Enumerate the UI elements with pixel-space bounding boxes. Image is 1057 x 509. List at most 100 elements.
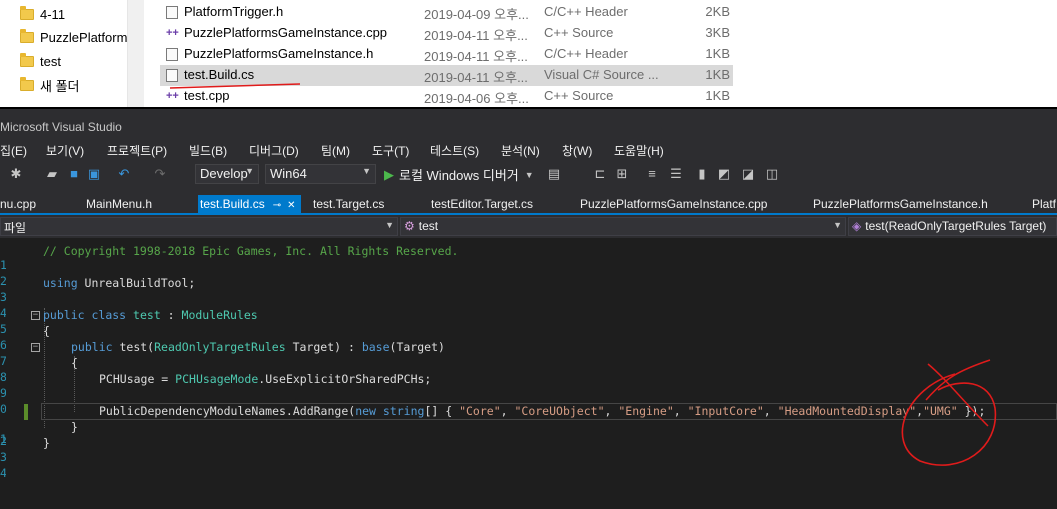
toolbar: ✱ ▰ ■ ▣ ↶ ↷ Develop ▼ Win64 ▼ ▶ 로컬 Windows… (0, 161, 1057, 187)
prev-bookmark-icon[interactable]: ◩ (716, 166, 732, 182)
config-dropdown[interactable]: Develop ▼ (195, 164, 259, 184)
document-tab-bar: nu.cpp MainMenu.h test.Build.cs ⊸ ✕ test.T… (0, 195, 1057, 215)
breakpoint-window-icon[interactable]: ⊞ (614, 166, 630, 182)
menu-item-help[interactable]: 도움말(H) (614, 142, 664, 159)
code-text: [] { (424, 404, 460, 418)
file-type: C/C++ Header (544, 46, 628, 61)
file-size: 3KB (705, 25, 730, 40)
collapse-icon[interactable]: − (31, 343, 40, 352)
clear-bookmarks-icon[interactable]: ◫ (764, 166, 780, 182)
file-row[interactable]: PlatformTrigger.h 2019-04-09 오후... C/C++… (160, 2, 733, 23)
tab-mainmenu-h[interactable]: MainMenu.h (86, 195, 152, 213)
tab-puzzleplatforms-gameinstance-h[interactable]: PuzzlePlatformsGameInstance.h (813, 195, 988, 213)
menu-item-team[interactable]: 팀(M) (321, 142, 350, 159)
folder-icon (20, 52, 34, 67)
code-text: (Target) (389, 340, 445, 354)
config-value: Develop (200, 166, 248, 181)
next-bookmark-icon[interactable]: ◪ (740, 166, 756, 182)
code-line: 9 PCHUsage = PCHUsageMode.UseExplicitOrS… (0, 372, 1057, 400)
save-icon[interactable]: ■ (66, 166, 82, 182)
class-dropdown[interactable]: ⚙ test ▼ (400, 217, 846, 236)
tab-test-target-cs[interactable]: test.Target.cs (313, 195, 384, 213)
folder-label: PuzzlePlatforms (40, 29, 127, 45)
file-row[interactable]: ++ test.cpp 2019-04-06 오후... C++ Source … (160, 86, 733, 107)
tab-platf[interactable]: Platf (1032, 195, 1056, 213)
platform-dropdown[interactable]: Win64 ▼ (265, 164, 376, 184)
file-row[interactable]: ++ PuzzlePlatformsGameInstance.cpp 2019-… (160, 23, 733, 44)
string-literal: "Core" (459, 404, 501, 418)
open-file-icon[interactable]: ▰ (44, 166, 60, 182)
bookmark-icon[interactable]: ▮ (694, 166, 710, 182)
menu-item-project[interactable]: 프로젝트(P) (107, 142, 167, 159)
folder-pane-scrollbar[interactable] (127, 0, 144, 107)
chevron-down-icon: ▼ (833, 220, 842, 230)
menu-item-view[interactable]: 보기(V) (46, 142, 84, 159)
class-icon: ⚙ (404, 219, 415, 233)
uncomment-icon[interactable]: ☰ (668, 166, 684, 182)
member-value: test(ReadOnlyTargetRules Target) (865, 219, 1047, 233)
member-dropdown[interactable]: ◈ test(ReadOnlyTargetRules Target) (848, 217, 1057, 236)
save-all-icon[interactable]: ▣ (86, 166, 102, 182)
file-row[interactable]: PuzzlePlatformsGameInstance.h 2019-04-11… (160, 44, 733, 65)
string-literal: "HeadMountedDisplay" (777, 404, 917, 418)
file-date: 2019-04-11 오후... (424, 70, 528, 85)
menu-bar: 집(E) 보기(V) 프로젝트(P) 빌드(B) 디버그(D) 팀(M) 도구(… (0, 139, 1057, 161)
code-text: UnrealBuildTool; (77, 276, 196, 290)
folder-label: 새 폴더 (40, 78, 80, 94)
file-explorer-window: 4-11 PuzzlePlatforms test 새 폴더 PlatformT… (0, 0, 1057, 107)
tab-menu-cpp[interactable]: nu.cpp (0, 195, 36, 213)
comment-icon[interactable]: ≡ (644, 166, 660, 182)
undo-icon[interactable]: ↶ (116, 166, 132, 182)
file-name: PuzzlePlatformsGameInstance.h (184, 46, 374, 61)
pin-icon[interactable]: ⊸ (273, 200, 281, 211)
menu-item-tools[interactable]: 도구(T) (372, 142, 409, 159)
file-name: PlatformTrigger.h (184, 4, 284, 19)
folder-item[interactable]: PuzzlePlatforms (20, 26, 127, 48)
file-date: 2019-04-11 오후... (424, 28, 528, 43)
code-editor[interactable]: 1 // Copyright 1998-2018 Epic Games, Inc… (0, 238, 1057, 509)
redo-icon[interactable]: ↷ (152, 166, 168, 182)
new-project-icon[interactable]: ✱ (8, 166, 24, 182)
folder-icon (20, 5, 34, 20)
tab-puzzleplatforms-gameinstance-cpp[interactable]: PuzzlePlatformsGameInstance.cpp (580, 195, 767, 213)
step-icon[interactable]: ⊏ (592, 166, 608, 182)
code-line: 8 { (0, 356, 1057, 384)
file-size: 1KB (705, 46, 730, 61)
folder-icon (20, 76, 34, 91)
file-size: 1KB (705, 67, 730, 82)
title-bar: Microsoft Visual Studio (0, 107, 1057, 139)
tab-test-build-cs[interactable]: test.Build.cs ⊸ ✕ (198, 195, 302, 213)
menu-item-debug[interactable]: 디버그(D) (249, 142, 299, 159)
menu-item-edit[interactable]: 집(E) (0, 142, 27, 159)
keyword: new (355, 404, 376, 418)
folder-item[interactable]: 4-11 (20, 3, 65, 25)
tab-label: nu.cpp (0, 197, 37, 211)
file-row-selected[interactable]: test.Build.cs 2019-04-11 오후... Visual C#… (160, 65, 733, 86)
tab-label: test.Build.cs (200, 197, 265, 211)
collapse-icon[interactable]: − (31, 311, 40, 320)
project-value: 파일 (4, 221, 27, 235)
menu-item-window[interactable]: 창(W) (562, 142, 592, 159)
keyword: class (91, 308, 127, 322)
close-icon[interactable]: ✕ (287, 200, 295, 211)
tab-label: PuzzlePlatformsGameInstance.cpp (580, 197, 768, 211)
file-name: PuzzlePlatformsGameInstance.cpp (184, 25, 388, 40)
tab-testeditor-target-cs[interactable]: testEditor.Target.cs (431, 195, 533, 213)
code-text: : (160, 308, 182, 322)
start-debugging-button[interactable]: ▶ 로컬 Windows 디버거 ▼ (384, 165, 534, 184)
file-date: 2019-04-09 오후... (424, 7, 529, 22)
cpp-file-icon: ++ (166, 27, 179, 39)
chevron-down-icon: ▼ (245, 166, 254, 176)
folder-item[interactable]: test (20, 50, 61, 72)
attach-icon[interactable]: ▤ (546, 166, 562, 182)
project-dropdown[interactable]: 파일 ▼ (0, 217, 398, 236)
menu-item-analyze[interactable]: 분석(N) (501, 142, 540, 159)
tab-label: testEditor.Target.cs (431, 197, 534, 211)
menu-item-test[interactable]: 테스트(S) (430, 142, 479, 159)
visual-studio-window: Microsoft Visual Studio 집(E) 보기(V) 프로젝트(… (0, 107, 1057, 509)
folder-item[interactable]: 새 폴더 (20, 74, 80, 96)
menu-item-build[interactable]: 빌드(B) (189, 142, 227, 159)
code-line: 2 } (0, 420, 1057, 448)
code-line: 7 − public test(ReadOnlyTargetRules Targ… (0, 340, 1057, 368)
chevron-down-icon: ▼ (385, 220, 394, 230)
